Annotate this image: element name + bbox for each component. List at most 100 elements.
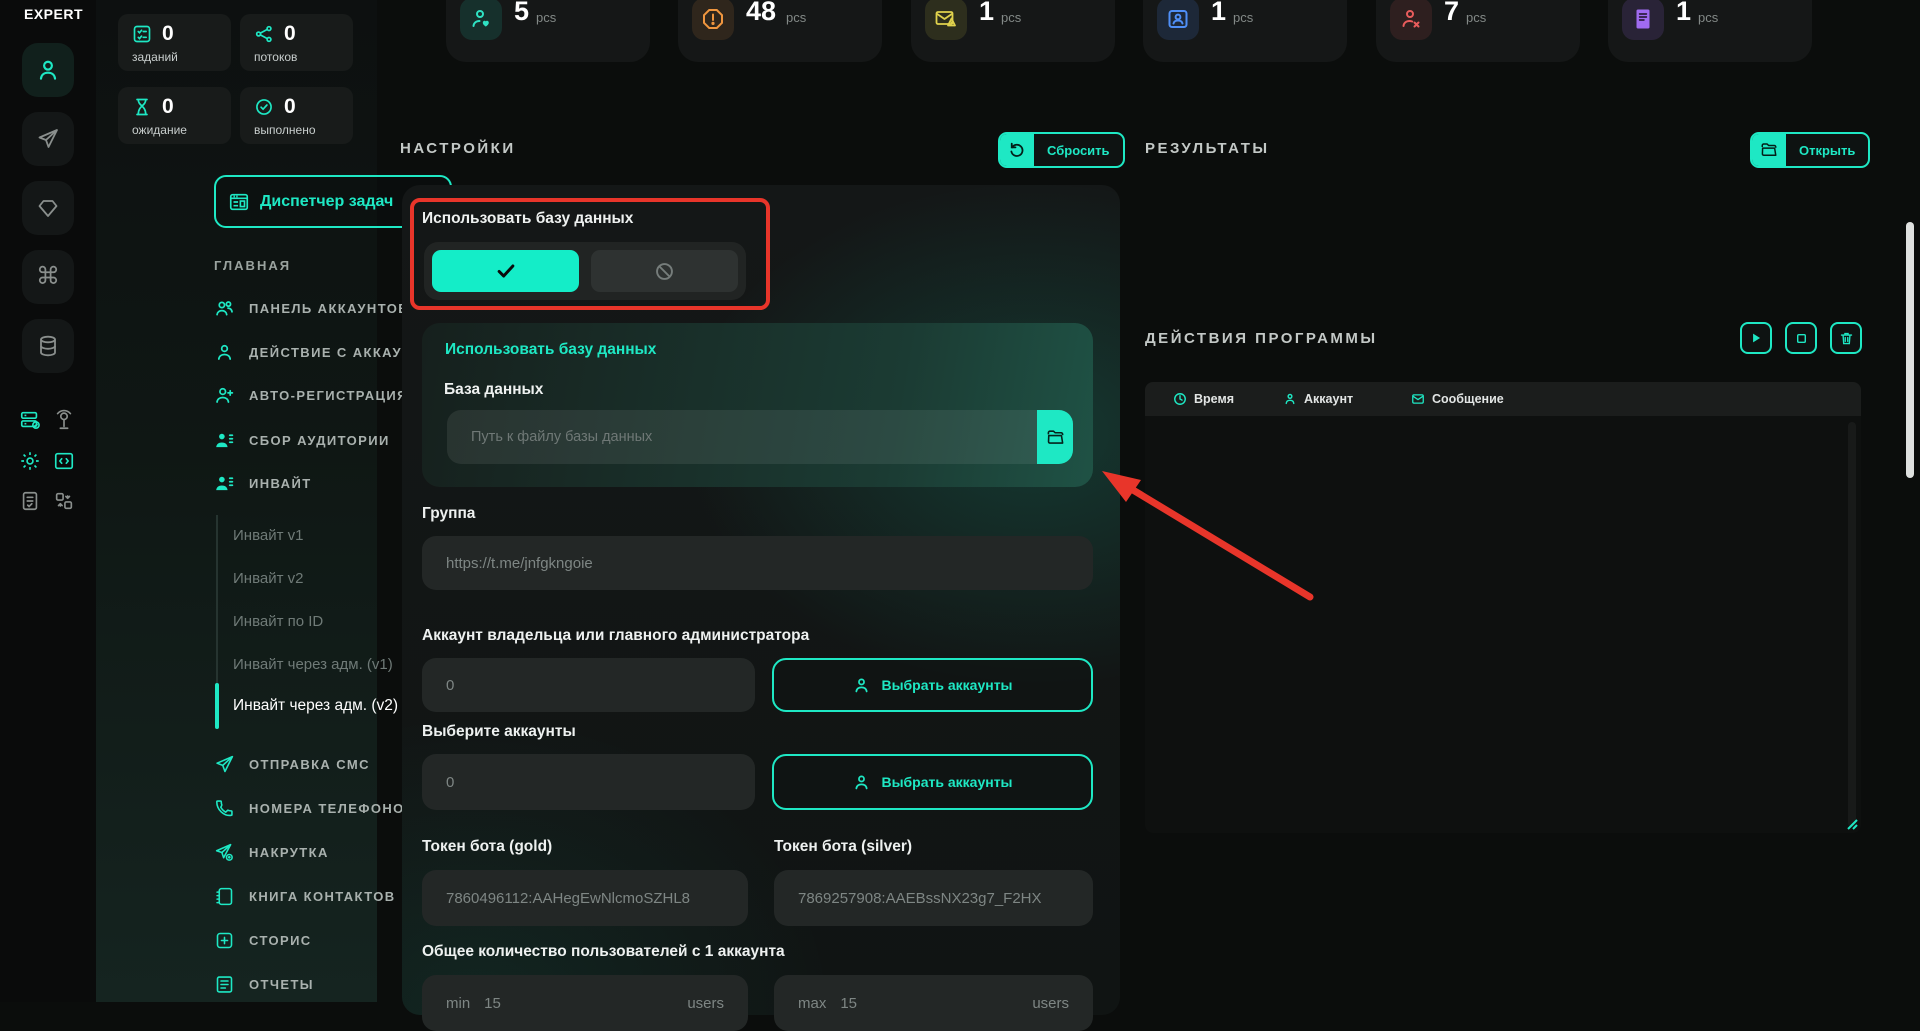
rail-item-command[interactable]: ⌘: [22, 250, 74, 304]
person-icon: [214, 342, 235, 363]
submenu-item-invite-admin-v2[interactable]: Инвайт через адм. (v2): [233, 697, 398, 715]
stat-waiting: 0 ожидание: [118, 87, 231, 144]
person-icon: [1283, 392, 1297, 406]
select-accounts-button[interactable]: Выбрать аккаунты: [772, 754, 1093, 810]
submenu-item-invite-by-id[interactable]: Инвайт по ID: [233, 613, 323, 630]
column-account[interactable]: Аккаунт: [1283, 392, 1353, 406]
token-silver-input[interactable]: 7869257908:AAEBssNX23g7_F2HX: [774, 870, 1093, 926]
envelope-icon: [1411, 392, 1425, 406]
code-window-icon[interactable]: [52, 449, 76, 473]
stat-done: 0 выполнено: [240, 87, 353, 144]
send-icon: [36, 127, 60, 151]
group-input[interactable]: https://t.me/jnfgkngoie: [422, 536, 1093, 590]
stat-label: потоков: [254, 50, 353, 64]
clock-icon: [1173, 392, 1187, 406]
warning-octagon-icon: [701, 7, 725, 31]
counter-card: 7 pcs: [1376, 0, 1580, 62]
id-card-icon: [1166, 7, 1190, 31]
submenu-item-invite-admin-v1[interactable]: Инвайт через адм. (v1): [233, 656, 393, 673]
column-message[interactable]: Сообщение: [1411, 392, 1504, 406]
person-x-icon: [1399, 7, 1423, 31]
stop-icon: [1795, 332, 1808, 345]
server-check-icon[interactable]: [18, 408, 42, 432]
reset-button[interactable]: Сбросить: [998, 132, 1125, 168]
settings-title: НАСТРОЙКИ: [400, 140, 516, 157]
owner-label: Аккаунт владельца или главного администр…: [422, 627, 809, 645]
brand-logo: EXPERT: [24, 6, 83, 22]
rail-item-database[interactable]: [22, 319, 74, 373]
stat-flows: 0 потоков: [240, 14, 353, 71]
mail-warning-icon: [934, 7, 958, 31]
page-scrollbar-thumb[interactable]: [1906, 222, 1914, 478]
sidebar-item-home[interactable]: ГЛАВНАЯ: [214, 258, 291, 273]
owner-input[interactable]: 0: [422, 658, 755, 712]
counter-card: 1 pcs: [1143, 0, 1347, 62]
browse-file-button[interactable]: [1037, 410, 1073, 464]
database-card: Использовать базу данных База данных Пут…: [422, 323, 1093, 487]
select-owner-accounts-button[interactable]: Выбрать аккаунты: [772, 658, 1093, 712]
database-icon: [36, 334, 60, 358]
submenu-item-invite-v1[interactable]: Инвайт v1: [233, 527, 303, 544]
trash-icon: [1839, 331, 1854, 346]
task-manager-icon: [228, 191, 250, 213]
accounts-input[interactable]: 0: [422, 754, 755, 810]
database-path-input[interactable]: Путь к файлу базы данных: [447, 410, 1037, 464]
program-actions-title: ДЕЙСТВИЯ ПРОГРАММЫ: [1145, 330, 1378, 347]
database-field-label: База данных: [444, 381, 543, 399]
open-results-button[interactable]: Открыть: [1750, 132, 1870, 168]
person-list-icon: [214, 430, 235, 451]
log-scrollbar[interactable]: [1848, 422, 1856, 827]
stat-value: 0: [162, 97, 174, 117]
rail-item-profile[interactable]: [22, 43, 74, 97]
play-button[interactable]: [1740, 322, 1772, 354]
stat-label: заданий: [132, 50, 231, 64]
gear-icon[interactable]: [18, 449, 42, 473]
person-icon: [852, 676, 871, 695]
toggle-yes-button[interactable]: [432, 250, 579, 292]
person-icon: [852, 773, 871, 792]
task-manager-label: Диспетчер задач: [260, 193, 405, 211]
check-circle-icon: [254, 97, 274, 117]
document-check-icon[interactable]: [18, 489, 42, 513]
toggle-no-button[interactable]: [591, 250, 738, 292]
resize-grip[interactable]: [1843, 815, 1858, 830]
stat-label: выполнено: [254, 123, 353, 137]
column-time[interactable]: Время: [1173, 392, 1234, 406]
counter-card: 48 pcs: [678, 0, 882, 62]
folder-icon: [1046, 428, 1065, 447]
check-icon: [495, 260, 517, 282]
token-gold-label: Токен бота (gold): [422, 838, 552, 856]
group-label: Группа: [422, 505, 475, 523]
rail-item-diamond[interactable]: [22, 181, 74, 235]
send-circle-icon: [214, 842, 235, 863]
database-card-title: Использовать базу данных: [445, 341, 656, 359]
stat-value: 0: [284, 24, 296, 44]
users-icon: [214, 298, 235, 319]
total-users-label: Общее количество пользователей с 1 аккау…: [422, 943, 785, 961]
reports-icon: [214, 974, 235, 995]
stat-tasks: 0 заданий: [118, 14, 231, 71]
counter-card: 5 pcs: [446, 0, 650, 62]
active-item-indicator: [215, 683, 219, 729]
token-gold-input[interactable]: 7860496112:AAHegEwNlcmoSZHL8: [422, 870, 748, 926]
send-icon: [214, 754, 235, 775]
stop-button[interactable]: [1785, 322, 1817, 354]
max-users-input[interactable]: max 15 users: [774, 975, 1093, 1031]
plus-square-icon: [214, 930, 235, 951]
swap-icon[interactable]: [52, 489, 76, 513]
sidebar: 0 заданий 0 потоков 0 ожидание 0 выполне…: [96, 0, 377, 1002]
stat-value: 0: [284, 97, 296, 117]
person-broadcast-icon[interactable]: [52, 408, 76, 432]
person-heart-icon: [469, 7, 493, 31]
person-list-icon: [214, 473, 235, 494]
rail-item-send[interactable]: [22, 112, 74, 166]
phone-file-icon: [1631, 7, 1655, 31]
use-db-toggle: [424, 242, 746, 300]
block-icon: [654, 261, 675, 282]
min-users-input[interactable]: min 15 users: [422, 975, 748, 1031]
submenu-item-invite-v2[interactable]: Инвайт v2: [233, 570, 303, 587]
trash-button[interactable]: [1830, 322, 1862, 354]
select-accounts-label: Выберите аккаунты: [422, 723, 576, 741]
icon-rail: EXPERT ⌘: [0, 0, 96, 1002]
stat-label: ожидание: [132, 123, 231, 137]
